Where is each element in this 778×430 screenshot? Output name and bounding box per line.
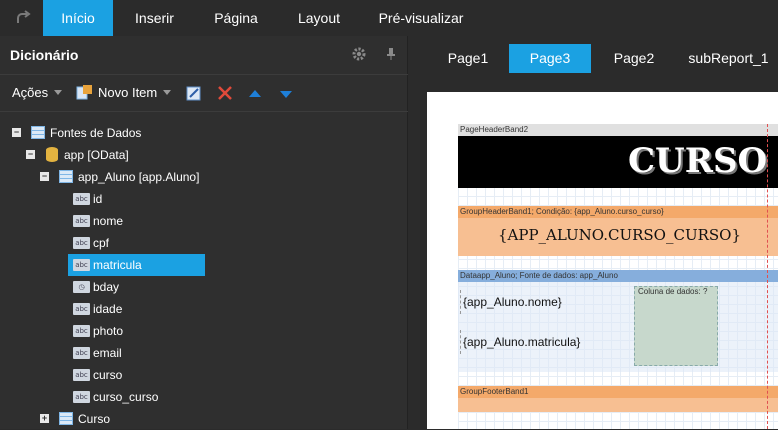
expand-icon[interactable]: + [40, 414, 49, 423]
tree-node-field-matricula[interactable]: abc matricula [68, 254, 205, 276]
database-icon [46, 147, 58, 162]
tree-node-label: curso_curso [93, 390, 159, 404]
tree-node-curso[interactable]: + Curso [0, 408, 300, 430]
dictionary-title: Dicionário [10, 47, 79, 63]
table-icon [31, 126, 45, 139]
dictionary-header: Dicionário [0, 36, 408, 74]
tab-layout[interactable]: Layout [287, 0, 351, 36]
tree-node-label: email [93, 346, 122, 360]
tab-page3[interactable]: Page3 [509, 44, 591, 73]
gear-icon[interactable] [351, 46, 367, 62]
text-field-icon: abc [73, 347, 90, 359]
actions-menu-button[interactable]: Ações [12, 85, 48, 100]
report-designer: Page1 Page3 Page2 subReport_1 PageHeader… [409, 36, 778, 429]
tree-node-field-idade[interactable]: abc idade [68, 298, 205, 320]
tree-node-label: cpf [93, 236, 110, 250]
tab-inicio[interactable]: Início [43, 0, 113, 36]
page-header-band[interactable]: CURSO L [458, 136, 778, 188]
new-item-button[interactable]: Novo Item [98, 85, 157, 100]
banner-title: CURSO L [628, 141, 778, 181]
tree-node-label: bday [93, 280, 120, 294]
group-footer-band[interactable] [458, 398, 778, 412]
tab-subreport-1[interactable]: subReport_1 [679, 44, 778, 73]
date-field-icon: ◷ [73, 281, 90, 293]
data-band-title[interactable]: Dataapp_Aluno; Fonte de dados: app_Aluno [458, 270, 778, 282]
table-icon [59, 170, 73, 183]
group-footer-band-title[interactable]: GroupFooterBand1 [458, 386, 778, 398]
tree-node-app-odata[interactable]: − app [OData] [0, 144, 300, 166]
collapse-icon[interactable]: − [40, 172, 49, 181]
chevron-down-icon [163, 90, 171, 95]
move-up-icon[interactable] [248, 87, 262, 99]
text-field-icon: abc [73, 369, 90, 381]
top-menu-bar: Início Inserir Página Layout Pré-visuali… [0, 0, 778, 36]
tree-node-field-curso-curso[interactable]: abc curso_curso [68, 386, 205, 408]
dictionary-toolbar: Ações Novo Item [0, 76, 408, 110]
dictionary-panel: Dicionário Ações Novo Item − Fontes de D… [0, 36, 408, 429]
group-header-band-title[interactable]: GroupHeaderBand1; Condição: {app_Aluno.c… [458, 206, 778, 218]
page-margin-guide [767, 124, 768, 429]
tree-node-field-bday[interactable]: ◷ bday [68, 276, 205, 298]
divider [0, 74, 408, 75]
matricula-field[interactable]: {app_Aluno.matricula} [460, 330, 610, 354]
tree-node-label: app_Aluno [app.Aluno] [78, 170, 200, 184]
report-page-canvas[interactable]: PageHeaderBand2 CURSO L GroupHeaderBand1… [427, 92, 778, 429]
tree-node-label: app [OData] [64, 148, 129, 162]
tree-node-field-email[interactable]: abc email [68, 342, 205, 364]
tree-node-label: nome [93, 214, 124, 228]
nome-field[interactable]: {app_Aluno.nome} [460, 290, 610, 314]
data-band[interactable]: {app_Aluno.nome} {app_Aluno.matricula} C… [458, 282, 778, 372]
tree-node-label: idade [93, 302, 123, 316]
tree-node-label: matricula [93, 258, 142, 272]
data-column-box[interactable]: Coluna de dados: ? [634, 286, 718, 366]
page-header-band-title[interactable]: PageHeaderBand2 [458, 124, 778, 136]
delete-icon[interactable] [217, 85, 233, 101]
tree-node-field-id[interactable]: abc id [68, 188, 205, 210]
tree-node-fontes-de-dados[interactable]: − Fontes de Dados [0, 122, 300, 144]
divider [0, 111, 408, 112]
tree-node-field-photo[interactable]: abc photo [68, 320, 205, 342]
collapse-icon[interactable]: − [26, 150, 35, 159]
data-column-label: Coluna de dados: ? [638, 287, 708, 296]
chevron-down-icon [54, 90, 62, 95]
text-field-icon: abc [73, 259, 90, 271]
table-icon [59, 412, 73, 425]
tree-node-label: Fontes de Dados [50, 126, 142, 140]
tree-node-label: curso [93, 368, 123, 382]
tree-node-label: Curso [78, 412, 111, 426]
tree-node-field-cpf[interactable]: abc cpf [68, 232, 205, 254]
text-field-icon: abc [73, 237, 90, 249]
text-field-icon: abc [73, 193, 90, 205]
tab-pre-visualizar[interactable]: Pré-visualizar [368, 0, 474, 36]
group-header-field[interactable]: {APP_ALUNO.CURSO_CURSO} [498, 222, 741, 248]
text-field-icon: abc [73, 325, 90, 337]
move-down-icon[interactable] [279, 87, 293, 99]
pin-icon[interactable] [383, 46, 399, 62]
text-field-icon: abc [73, 391, 90, 403]
tab-page2[interactable]: Page2 [593, 44, 675, 73]
group-header-band[interactable]: {APP_ALUNO.CURSO_CURSO} [458, 218, 778, 256]
new-item-icon [76, 84, 94, 102]
tree-node-label: id [93, 192, 103, 206]
tab-page1[interactable]: Page1 [429, 44, 507, 73]
text-field-icon: abc [73, 215, 90, 227]
text-field-icon: abc [73, 303, 90, 315]
report-bands: PageHeaderBand2 CURSO L GroupHeaderBand1… [458, 124, 778, 429]
tab-inserir[interactable]: Inserir [122, 0, 187, 36]
redo-arrow-icon[interactable] [14, 9, 32, 27]
tree-node-field-nome[interactable]: abc nome [68, 210, 205, 232]
tree-node-label: photo [93, 324, 124, 338]
edit-icon[interactable] [186, 85, 202, 101]
tree-node-app-aluno[interactable]: − app_Aluno [app.Aluno] [0, 166, 300, 188]
tab-pagina[interactable]: Página [204, 0, 268, 36]
tree-node-field-curso[interactable]: abc curso [68, 364, 205, 386]
collapse-icon[interactable]: − [12, 128, 21, 137]
